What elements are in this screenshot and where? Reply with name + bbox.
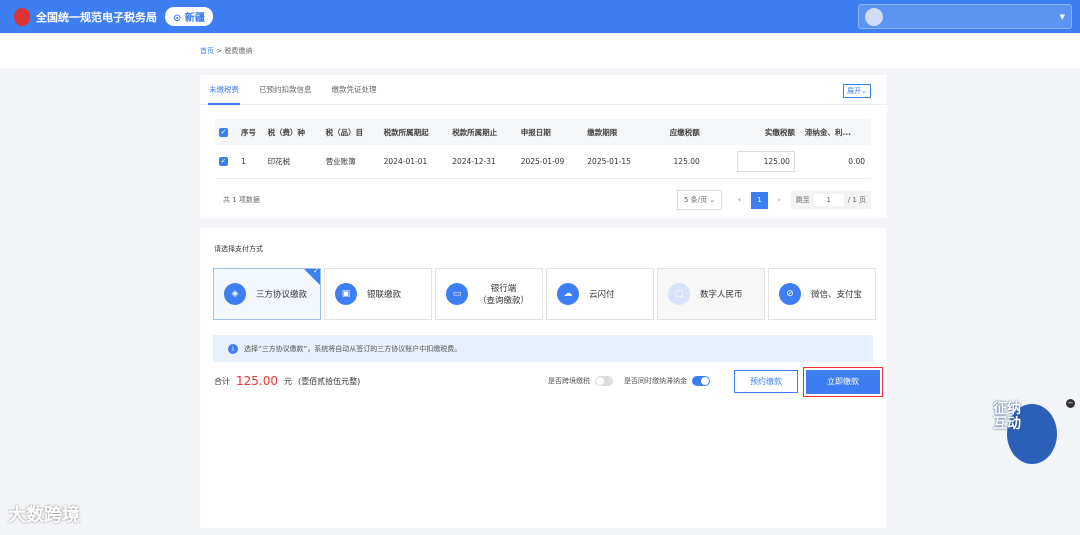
page-size-select[interactable]: 5 条/页 ⌄ <box>676 190 723 210</box>
cell: 125.00 <box>649 145 706 179</box>
card-icon: ▣ <box>335 283 357 305</box>
method-bank[interactable]: ▭ 银行端 （查询缴款） <box>435 268 543 320</box>
region-selector[interactable]: ⊙ 新疆 <box>165 7 213 26</box>
select-all-checkbox[interactable]: ✓ <box>219 128 228 137</box>
breadcrumb-current: 税费缴纳 <box>224 46 253 55</box>
mascot-label: 征纳互动 <box>993 401 1021 432</box>
cell: 2024-01-01 <box>379 145 449 179</box>
check-icon: ✓ <box>313 267 319 275</box>
prev-page-button[interactable]: ‹ <box>738 196 741 204</box>
unpaid-taxes-card: 未缴税费 已预约扣款信息 缴款凭证处理 展开⌄ ✓ 序号 税（费）种 税（品）目… <box>200 75 887 218</box>
method-label: 数字人民币 <box>700 290 743 300</box>
pay-now-highlight: 立即缴款 <box>803 367 883 397</box>
total-amount: 合计 125.00 元 (壹佰贰拾伍元整) <box>214 374 360 388</box>
expand-button[interactable]: 展开⌄ <box>843 84 871 98</box>
collapse-icon[interactable]: − <box>1066 399 1075 408</box>
tab-scheduled[interactable]: 已预约扣款信息 <box>258 75 313 105</box>
reserve-payment-button[interactable]: 预约缴款 <box>734 370 798 393</box>
pagination: 共 1 项数据 5 条/页 ⌄ ‹ 1 › 跳至 1/ 1 页 <box>223 190 871 210</box>
tab-voucher[interactable]: 缴款凭证处理 <box>331 75 378 105</box>
tax-emblem-icon <box>14 7 30 26</box>
method-wechat-alipay[interactable]: ⊘ 微信、支付宝 <box>768 268 876 320</box>
col-header: 应缴税额 <box>649 119 706 145</box>
cell: 2025-01-15 <box>583 145 650 179</box>
cross-border-label: 是否跨境缴税 <box>548 377 590 385</box>
method-third-party[interactable]: ◈ 三方协议缴款 ✓ <box>213 267 321 320</box>
cell: 1 <box>237 145 264 179</box>
cross-border-toggle[interactable] <box>595 376 613 386</box>
user-menu[interactable]: ▼ <box>858 4 1072 29</box>
cell: 2025-01-09 <box>516 145 584 179</box>
method-label: 微信、支付宝 <box>811 290 863 300</box>
col-header[interactable]: 申报日期 <box>516 119 584 145</box>
col-header: 序号 <box>237 119 264 145</box>
method-digital-rmb[interactable]: ▢ 数字人民币 <box>657 268 765 320</box>
total-unit: 元 <box>284 376 292 386</box>
breadcrumb-home[interactable]: 首页 <box>200 46 214 56</box>
shield-icon: ◈ <box>224 283 246 305</box>
total-count: 共 1 项数据 <box>223 196 260 204</box>
col-header[interactable]: 缴款期限 <box>583 119 650 145</box>
method-label: 银联缴款 <box>367 290 402 300</box>
cell: 营业账簿 <box>321 145 380 179</box>
col-header[interactable]: 税款所属期起 <box>379 119 449 145</box>
cloud-icon: ☁ <box>557 283 579 305</box>
method-label: 三方协议缴款 <box>256 290 308 300</box>
tab-unpaid[interactable]: 未缴税费 <box>208 75 240 105</box>
breadcrumb: 首页 > 税费缴纳 <box>0 33 1080 68</box>
info-icon: i <box>228 343 238 354</box>
col-header: 实缴税额 <box>705 119 801 145</box>
col-header: 税（品）目 <box>321 119 380 145</box>
method-label: 云闪付 <box>589 290 615 300</box>
watermark: 大数跨境 <box>8 505 80 526</box>
paid-amount-input[interactable]: 125.00 <box>736 150 795 172</box>
jump-label: 跳至 <box>795 196 810 204</box>
method-cloud-quickpass[interactable]: ☁ 云闪付 <box>546 268 654 320</box>
wallet-icon: ▭ <box>446 283 468 305</box>
cell: 印花税 <box>263 145 322 179</box>
top-header: 全国统一规范电子税务局 ⊙ 新疆 ▼ <box>0 0 1080 33</box>
payment-card: 请选择支付方式 ◈ 三方协议缴款 ✓ ▣ 银联缴款 ▭ 银行端 （查询缴款） ☁ 云闪付 … <box>200 228 887 528</box>
avatar <box>865 7 883 26</box>
row-checkbox[interactable]: ✓ <box>219 157 228 167</box>
total-words: (壹佰贰拾伍元整) <box>298 376 361 386</box>
cell: 0.00 <box>800 145 871 179</box>
method-label: 银行端 （查询缴款） <box>478 284 530 306</box>
total-value: 125.00 <box>236 374 278 388</box>
wechat-alipay-icon: ⊘ <box>779 283 801 305</box>
assistant-mascot[interactable]: 征纳互动 <box>985 402 1065 468</box>
next-page-button[interactable]: › <box>778 196 781 204</box>
total-pages: / 1 页 <box>847 196 866 204</box>
info-banner: i 选择“三方协议缴款”，系统将自动从签订的三方协议账户中扣缴税费。 <box>213 335 873 362</box>
cell: 2024-12-31 <box>448 145 517 179</box>
region-label: 新疆 <box>184 13 205 24</box>
pay-now-button[interactable]: 立即缴款 <box>806 370 880 394</box>
late-fee-toggle[interactable] <box>692 376 710 386</box>
col-header[interactable]: 税款所属期止 <box>448 119 517 145</box>
info-text: 选择“三方协议缴款”，系统将自动从签订的三方协议账户中扣缴税费。 <box>244 344 462 353</box>
tax-table: ✓ 序号 税（费）种 税（品）目 税款所属期起 税款所属期止 申报日期 缴款期限… <box>215 119 871 179</box>
late-fee-label: 是否同时缴纳滞纳金 <box>624 377 687 385</box>
page-1-button[interactable]: 1 <box>750 191 768 209</box>
app-title: 全国统一规范电子税务局 <box>36 10 157 24</box>
chevron-down-icon: ▼ <box>1059 12 1065 21</box>
breadcrumb-sep: > <box>216 46 223 55</box>
col-header: 税（费）种 <box>263 119 322 145</box>
digital-rmb-icon: ▢ <box>668 283 690 305</box>
col-header: 滞纳金、利... <box>800 119 871 145</box>
total-label: 合计 <box>214 376 230 386</box>
table-row: ✓ 1 印花税 营业账簿 2024-01-01 2024-12-31 2025-… <box>215 145 871 179</box>
method-unionpay[interactable]: ▣ 银联缴款 <box>324 268 432 320</box>
payment-label: 请选择支付方式 <box>214 245 263 253</box>
jump-input[interactable]: 1 <box>813 194 844 206</box>
